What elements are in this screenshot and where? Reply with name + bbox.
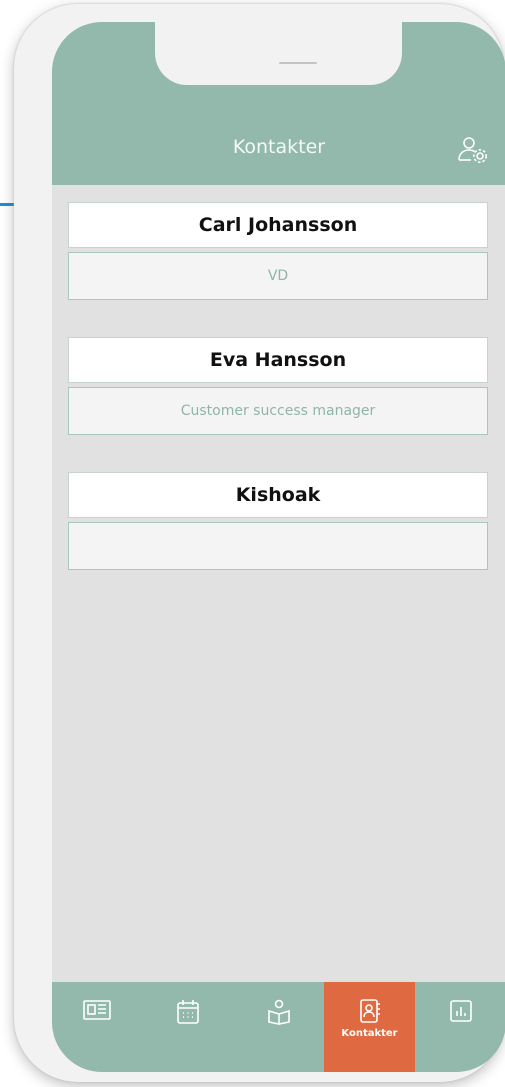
tab-contacts[interactable]: Kontakter [324,982,415,1072]
contact-role: Customer success manager [68,387,488,435]
tab-news[interactable] [52,982,142,1072]
tab-learning[interactable] [233,982,324,1072]
tab-statistics[interactable] [415,982,505,1072]
bottom-tab-bar: Kontakter [52,982,505,1072]
phone-speaker [279,62,317,64]
contact-card[interactable]: Eva Hansson Customer success manager [68,337,488,435]
bar-chart-icon [449,1000,472,1022]
contact-name: Eva Hansson [68,337,488,383]
contact-name: Kishoak [68,472,488,518]
user-settings-button[interactable] [456,133,492,169]
user-settings-icon [458,137,487,163]
reading-person-icon [267,999,290,1025]
app-header: Kontakter [52,22,505,185]
contact-card[interactable]: Carl Johansson VD [68,202,488,300]
phone-notch [155,22,402,85]
tab-calendar[interactable] [142,982,233,1072]
contact-book-icon [359,999,380,1023]
tab-label: Kontakter [341,1028,398,1039]
contact-name: Carl Johansson [68,202,488,248]
page-title: Kontakter [232,136,326,158]
calendar-icon [176,1000,199,1024]
contact-card[interactable]: Kishoak [68,472,488,570]
contact-role [68,522,488,570]
news-icon [83,1000,111,1020]
phone-frame: Kontakter Carl Johansson VD Eva Hansson … [14,4,505,1082]
app-screen: Kontakter Carl Johansson VD Eva Hansson … [52,22,505,1072]
contact-role: VD [68,252,488,300]
